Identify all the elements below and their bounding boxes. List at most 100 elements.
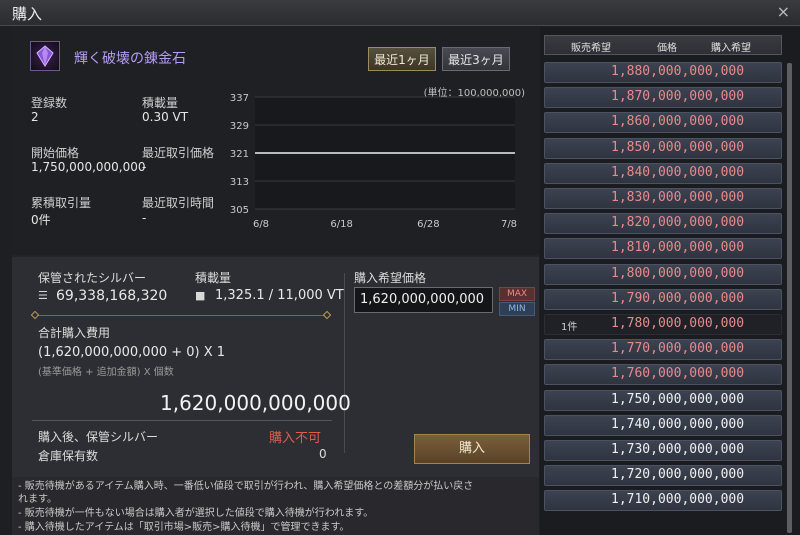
item-name: 輝く破壊の錬金石 [74, 51, 186, 67]
price-row[interactable]: 1,730,000,000,000 [544, 440, 782, 461]
start-price-label: 開始価格 [31, 146, 80, 160]
row-price: 1,730,000,000,000 [611, 442, 745, 457]
close-icon[interactable]: × [777, 2, 790, 21]
row-price: 1,810,000,000,000 [611, 240, 745, 256]
header-buy: 購入希望 [711, 43, 751, 54]
row-price: 1,850,000,000,000 [611, 139, 745, 155]
stored-silver-value: 69,338,168,320 [56, 288, 168, 304]
recent-time-value: - [142, 211, 147, 225]
row-price: 1,710,000,000,000 [611, 492, 745, 508]
price-row[interactable]: 1,760,000,000,000 [544, 364, 782, 386]
price-list-header: 販売希望 価格 購入希望 [544, 35, 782, 55]
price-row[interactable]: 1,880,000,000,000 [544, 62, 782, 83]
section-divider [344, 273, 345, 453]
chart-y-tick-label: 329 [230, 121, 249, 132]
row-price: 1,840,000,000,000 [611, 164, 745, 180]
price-row[interactable]: 1,750,000,000,000 [544, 389, 782, 411]
min-button[interactable]: MIN [499, 302, 535, 316]
total-cost-label: 合計購入費用 [38, 326, 111, 340]
after-silver-label: 購入後、保管シルバー [38, 430, 159, 444]
row-count: 1件 [561, 322, 578, 333]
separator-line [37, 315, 327, 316]
row-price: 1,880,000,000,000 [611, 64, 745, 79]
weight-icon: ■ [195, 289, 206, 302]
total-cost-value: 1,620,000,000,000 [160, 391, 351, 415]
purchase-panel: 輝く破壊の錬金石 最近1ヶ月 最近3ヶ月 登録数 2 積載量 0.30 VT 開… [12, 27, 539, 535]
load-value: 0.30 VT [142, 110, 189, 124]
recent-time-label: 最近取引時間 [142, 196, 215, 210]
chart-x-tick-label: 6/8 [253, 219, 269, 230]
purple-crystal-icon [30, 41, 60, 71]
purchase-load-value: 1,325.1 / 11,000 VT [215, 288, 344, 303]
price-list-panel: 販売希望 価格 購入希望 1,880,000,000,000 1,870,000,… [540, 27, 800, 535]
price-row[interactable]: 1件 1,780,000,000,000 [544, 314, 782, 335]
cost-formula-note: (基準価格 + 追加金額) X 個数 [38, 367, 174, 378]
chart-y-tick-label: 337 [230, 93, 249, 104]
price-row[interactable]: 1,850,000,000,000 [544, 137, 782, 159]
note-line-4: - 購入待機したアイテムは「取引市場>販売>購入待機」で管理できます。 [18, 522, 350, 533]
row-price: 1,820,000,000,000 [611, 215, 745, 231]
price-row[interactable]: 1,870,000,000,000 [544, 87, 782, 109]
price-row[interactable]: 1,860,000,000,000 [544, 112, 782, 134]
row-price: 1,870,000,000,000 [611, 89, 745, 105]
after-silver-value: 購入不可 [269, 431, 322, 446]
period-1-month-button[interactable]: 最近1ヶ月 [368, 47, 436, 71]
max-button[interactable]: MAX [499, 287, 535, 301]
price-row[interactable]: 1,800,000,000,000 [544, 263, 782, 285]
header-sell: 販売希望 [571, 43, 611, 54]
chart-y-tick-label: 305 [230, 205, 249, 216]
price-row[interactable]: 1,770,000,000,000 [544, 339, 782, 361]
item-info-section: 輝く破壊の錬金石 最近1ヶ月 最近3ヶ月 登録数 2 積載量 0.30 VT 開… [12, 27, 539, 255]
warehouse-value: 0 [319, 447, 327, 461]
price-row[interactable]: 1,790,000,000,000 [544, 288, 782, 310]
row-price: 1,780,000,000,000 [611, 316, 745, 331]
row-price: 1,720,000,000,000 [611, 467, 745, 483]
note-line-3: - 販売待機が一件もない場合は購入者が選択した値段で購入待機が行われます。 [18, 508, 374, 519]
price-row[interactable]: 1,840,000,000,000 [544, 162, 782, 184]
row-price: 1,740,000,000,000 [611, 416, 745, 432]
scrollbar-thumb[interactable] [787, 63, 792, 533]
row-price: 1,830,000,000,000 [611, 190, 745, 205]
chart-x-tick-label: 6/18 [330, 219, 352, 230]
purchase-load-label: 積載量 [195, 271, 232, 285]
cost-formula: (1,620,000,000,000 + 0) X 1 [38, 345, 226, 360]
notes-section: - 販売待機があるアイテム購入時、一番低い値段で取引が行われ、購入希望価格との差… [12, 477, 539, 535]
title-bar: 購入 × [0, 0, 800, 26]
row-price: 1,770,000,000,000 [611, 341, 745, 357]
recent-price-value: - [142, 160, 147, 174]
chart-y-tick-label: 321 [230, 149, 249, 160]
note-line-1: - 販売待機があるアイテム購入時、一番低い値段で取引が行われ、購入希望価格との差… [18, 481, 474, 492]
header-price: 価格 [657, 43, 677, 54]
price-row[interactable]: 1,710,000,000,000 [544, 490, 782, 512]
price-row[interactable]: 1,720,000,000,000 [544, 465, 782, 487]
load-label: 積載量 [142, 96, 179, 110]
registered-label: 登録数 [31, 96, 68, 110]
cumulative-label: 累積取引量 [31, 196, 92, 210]
row-price: 1,860,000,000,000 [611, 114, 745, 130]
buy-button[interactable]: 購入 [414, 434, 530, 464]
cumulative-value: 0件 [31, 213, 51, 227]
row-price: 1,790,000,000,000 [611, 290, 745, 306]
desired-price-label: 購入希望価格 [354, 271, 427, 285]
warehouse-label: 倉庫保有数 [38, 449, 99, 463]
row-price: 1,800,000,000,000 [611, 265, 745, 281]
period-3-month-button[interactable]: 最近3ヶ月 [442, 47, 510, 71]
total-divider [32, 420, 332, 421]
note-line-2: れます。 [18, 494, 57, 505]
window-title: 購入 [12, 5, 43, 23]
price-row[interactable]: 1,740,000,000,000 [544, 414, 782, 436]
recent-price-label: 最近取引価格 [142, 146, 215, 160]
chart-y-tick-label: 313 [230, 177, 249, 188]
price-row[interactable]: 1,830,000,000,000 [544, 188, 782, 209]
silver-coins-icon: ☰ [38, 289, 48, 302]
chart-x-tick-label: 7/8 [501, 219, 517, 230]
price-row[interactable]: 1,810,000,000,000 [544, 238, 782, 260]
stored-silver-label: 保管されたシルバー [38, 271, 147, 285]
row-price: 1,750,000,000,000 [611, 391, 745, 407]
price-chart: 337 329 321 313 305 6/8 6/18 6/28 7/8 [230, 93, 517, 230]
chart-x-tick-label: 6/28 [417, 219, 439, 230]
start-price-value: 1,750,000,000,000 [31, 160, 146, 174]
registered-value: 2 [31, 110, 39, 124]
desired-price-input[interactable]: 1,620,000,000,000 [354, 287, 493, 313]
price-row[interactable]: 1,820,000,000,000 [544, 213, 782, 235]
